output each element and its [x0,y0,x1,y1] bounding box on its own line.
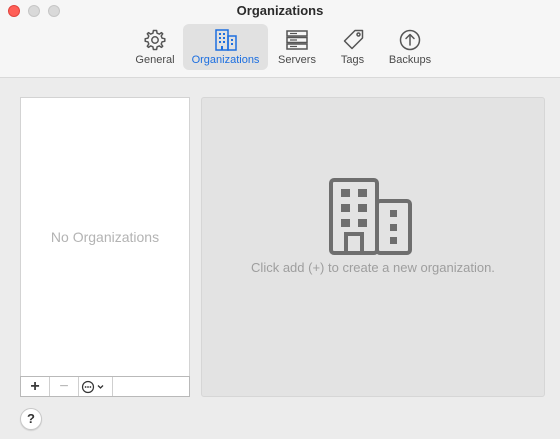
tab-backups[interactable]: Backups [383,24,437,70]
tab-general[interactable]: General [130,24,180,70]
server-icon [286,30,308,50]
tab-general-label: General [135,54,175,66]
action-menu-button[interactable] [79,377,113,396]
empty-list-label: No Organizations [50,229,160,245]
ellipsis-circle-icon [81,380,103,393]
tag-icon [343,29,363,50]
buildings-icon [214,29,237,51]
tab-organizations-label: Organizations [191,54,260,66]
tab-servers[interactable]: Servers [272,24,322,70]
organization-detail-pane: Click add (+) to create a new organizati… [201,97,545,397]
title-toolbar: Organizations General Organizations Serv… [0,0,560,78]
preferences-window: Organizations General Organizations Serv… [0,0,560,439]
add-organization-button[interactable]: + [21,377,50,396]
list-toolbar-spacer [113,377,189,396]
upload-circle-icon [399,29,421,51]
help-button[interactable]: ? [20,408,42,430]
window-title: Organizations [236,3,324,18]
tab-organizations[interactable]: Organizations [183,24,268,70]
remove-organization-button[interactable]: − [50,377,79,396]
list-toolbar: + − [20,376,190,397]
tab-tags-label: Tags [340,54,365,66]
empty-detail-hint: Click add (+) to create a new organizati… [251,260,495,275]
tab-backups-label: Backups [388,54,432,66]
buildings-icon [329,178,412,255]
tab-tags[interactable]: Tags [330,24,375,70]
gear-icon [144,29,166,51]
chevron-down-icon [97,384,103,389]
organizations-list[interactable]: No Organizations [20,97,190,377]
tab-servers-label: Servers [278,54,316,66]
